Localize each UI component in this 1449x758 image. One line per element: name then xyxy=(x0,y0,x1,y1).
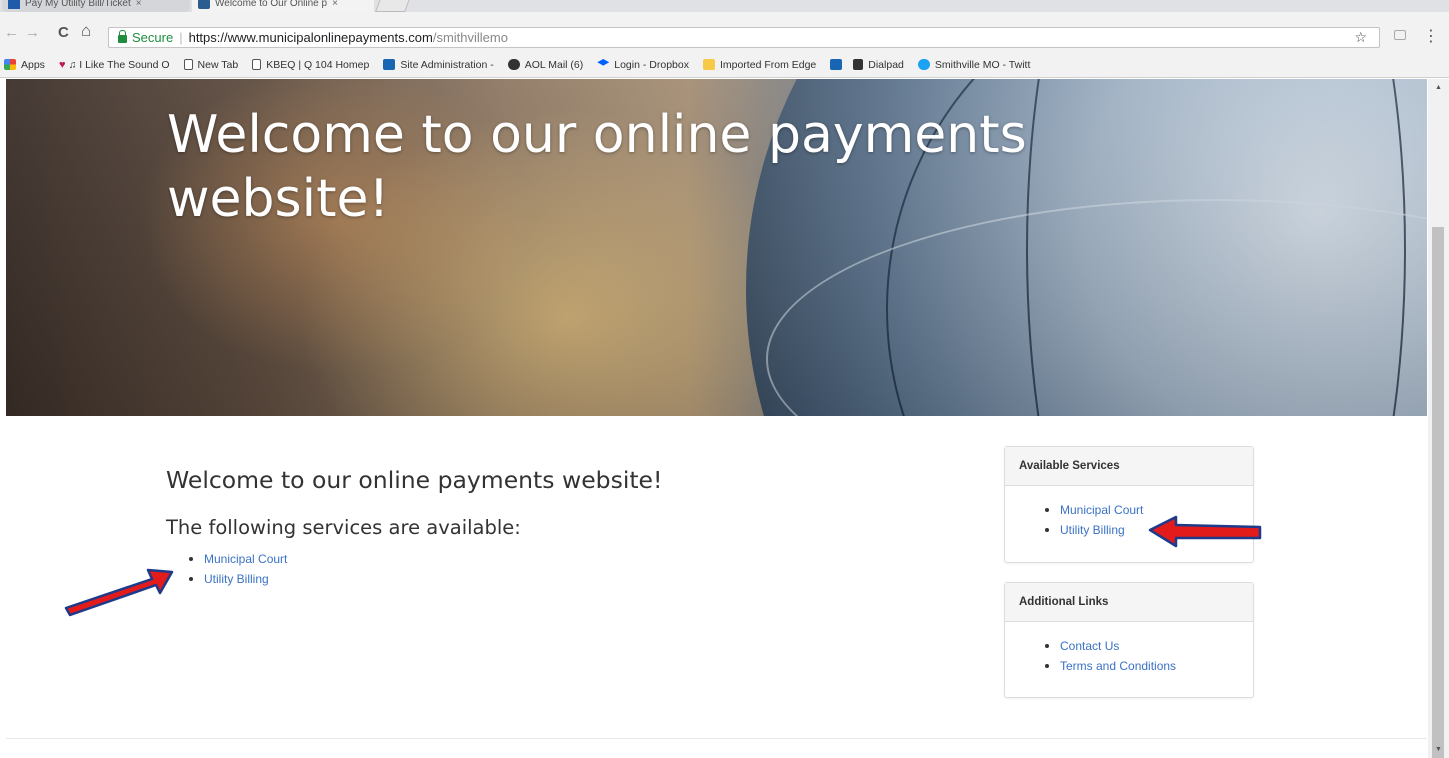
tab-close-icon[interactable]: × xyxy=(136,0,142,11)
lock-icon xyxy=(118,29,127,43)
bookmark-new-tab[interactable]: New Tab xyxy=(183,59,238,71)
url-path: /smithvillemo xyxy=(432,30,508,45)
page-scrollbar[interactable]: ▲ ▼ xyxy=(1428,79,1449,758)
aol-icon xyxy=(507,59,520,70)
browser-menu-icon[interactable]: ⋮ xyxy=(1423,26,1439,46)
page-icon xyxy=(252,59,262,70)
bookmark-site-admin-2[interactable] xyxy=(830,59,847,70)
site-admin-icon xyxy=(383,59,396,70)
site-admin-icon xyxy=(830,59,843,70)
footer-divider xyxy=(6,738,1427,739)
list-item: Contact Us xyxy=(1042,636,1253,656)
folder-icon xyxy=(702,59,715,70)
utility-billing-link[interactable]: Utility Billing xyxy=(204,572,269,586)
bookmark-site-admin[interactable]: Site Administration - xyxy=(383,59,494,71)
bookmark-aol-mail[interactable]: AOL Mail (6) xyxy=(507,59,583,71)
page-icon xyxy=(183,59,193,70)
address-separator: | xyxy=(179,30,183,45)
dropbox-icon xyxy=(597,59,610,66)
list-item: Utility Billing xyxy=(186,569,287,589)
extension-icon[interactable] xyxy=(1394,30,1406,40)
tab-title: Welcome to Our Online p xyxy=(215,0,328,9)
address-bar[interactable]: Secure | https://www.municipalonlinepaym… xyxy=(108,27,1380,48)
additional-links-panel: Additional Links Contact Us Terms and Co… xyxy=(1004,582,1254,698)
panel-title: Available Services xyxy=(1005,447,1253,486)
tab-welcome-active[interactable]: Welcome to Our Online p × xyxy=(192,0,374,12)
tab-close-icon[interactable]: × xyxy=(332,0,338,11)
scroll-thumb[interactable] xyxy=(1432,227,1444,758)
arrow-shape xyxy=(1148,515,1262,548)
secure-label: Secure xyxy=(132,30,174,45)
list-item: Municipal Court xyxy=(186,549,287,569)
dialpad-icon xyxy=(853,59,864,70)
municipal-court-link[interactable]: Municipal Court xyxy=(204,552,287,566)
services-list: Municipal Court Utility Billing xyxy=(186,549,287,589)
contact-us-link[interactable]: Contact Us xyxy=(1060,639,1119,653)
sidebar-municipal-court-link[interactable]: Municipal Court xyxy=(1060,503,1143,517)
scroll-down-icon[interactable]: ▼ xyxy=(1435,746,1442,753)
page-heading: Welcome to our online payments website! xyxy=(166,466,663,494)
reload-icon[interactable]: C xyxy=(58,25,69,40)
bookmark-star-icon[interactable]: ☆ xyxy=(1354,29,1367,46)
hero-banner: Welcome to our online payments website! xyxy=(6,79,1427,416)
site-favicon-icon xyxy=(8,0,20,9)
apps-grid-icon xyxy=(4,59,16,70)
url-host: https://www.municipalonlinepayments.com xyxy=(188,30,433,45)
red-arrow-annotation-icon xyxy=(64,568,174,617)
bookmark-smithville-twitter[interactable]: Smithville MO - Twitt xyxy=(917,59,1030,71)
sidebar-utility-billing-link[interactable]: Utility Billing xyxy=(1060,523,1125,537)
bookmark-imported-from-edge[interactable]: Imported From Edge xyxy=(702,59,816,71)
scroll-up-icon[interactable]: ▲ xyxy=(1435,84,1442,91)
additional-links-list: Contact Us Terms and Conditions xyxy=(1042,636,1253,676)
terms-and-conditions-link[interactable]: Terms and Conditions xyxy=(1060,659,1176,673)
bookmark-kbeq[interactable]: KBEQ | Q 104 Homep xyxy=(252,59,369,71)
iheart-icon: ♥ xyxy=(58,58,66,71)
forward-arrow-icon[interactable]: → xyxy=(25,25,40,40)
tab-strip: Pay My Utility Bill/Ticket × Welcome to … xyxy=(0,0,1449,12)
bookmark-dialpad[interactable]: Dialpad xyxy=(853,59,904,71)
bookmark-apps[interactable]: Apps xyxy=(4,59,45,71)
bookmark-iheart[interactable]: ♥ ♫ I Like The Sound O xyxy=(59,59,170,71)
globe-favicon-icon xyxy=(198,0,210,9)
hero-title: Welcome to our online payments website! xyxy=(167,105,1027,229)
arrow-shape xyxy=(64,568,174,617)
home-icon[interactable]: ⌂ xyxy=(81,22,91,39)
bookmarks-bar: Apps ♥ ♫ I Like The Sound O New Tab KBEQ … xyxy=(0,52,1449,78)
twitter-icon xyxy=(917,59,930,70)
tab-title: Pay My Utility Bill/Ticket xyxy=(25,0,131,9)
new-tab-button[interactable] xyxy=(375,0,411,12)
bookmark-dropbox[interactable]: Login - Dropbox xyxy=(597,59,689,71)
panel-title: Additional Links xyxy=(1005,583,1253,622)
list-item: Terms and Conditions xyxy=(1042,656,1253,676)
tab-pay-utility-bill[interactable]: Pay My Utility Bill/Ticket × xyxy=(2,0,190,12)
back-arrow-icon[interactable]: ← xyxy=(4,25,19,40)
red-arrow-annotation-icon xyxy=(1148,515,1262,548)
services-subheading: The following services are available: xyxy=(166,516,521,539)
